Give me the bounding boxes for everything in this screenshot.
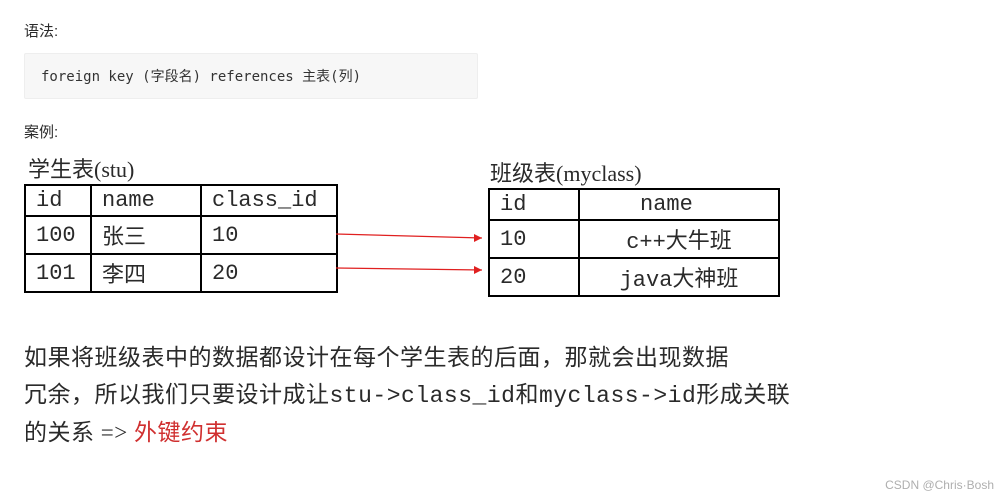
myclass-table-caption: 班级表(myclass) xyxy=(490,156,642,188)
stu-table: id name class_id 100 张三 10 101 李四 20 xyxy=(24,184,338,293)
col-header: name xyxy=(91,185,201,216)
fk-diagram: 学生表(stu) id name class_id 100 张三 10 101 … xyxy=(24,152,964,332)
cell: c++大牛班 xyxy=(579,220,779,258)
explain-line: 如果将班级表中的数据都设计在每个学生表的后面，那就会出现数据 xyxy=(24,345,729,370)
stu-table-caption: 学生表(stu) xyxy=(28,152,134,184)
arrow-line xyxy=(336,268,482,270)
cell: 100 xyxy=(25,216,91,254)
table-row: id name xyxy=(489,189,779,220)
myclass-table: id name 10 c++大牛班 20 java大神班 xyxy=(488,188,780,297)
explain-line: 冗余，所以我们只要设计成让 xyxy=(24,382,330,407)
cell: 20 xyxy=(201,254,337,292)
cell: 10 xyxy=(489,220,579,258)
case-label: 案例: xyxy=(24,121,984,142)
explain-code: stu->class_id xyxy=(330,383,516,409)
table-row: 101 李四 20 xyxy=(25,254,337,292)
explain-code: myclass->id xyxy=(539,383,696,409)
table-row: id name class_id xyxy=(25,185,337,216)
explain-text: 如果将班级表中的数据都设计在每个学生表的后面，那就会出现数据 冗余，所以我们只要… xyxy=(24,340,984,451)
table-row: 100 张三 10 xyxy=(25,216,337,254)
syntax-label: 语法: xyxy=(24,20,984,41)
arrow-head-icon xyxy=(474,266,482,274)
fk-highlight: 外键约束 xyxy=(128,420,228,445)
cell: 20 xyxy=(489,258,579,296)
explain-line: 形成关联 xyxy=(696,382,790,407)
col-header: id xyxy=(489,189,579,220)
col-header: class_id xyxy=(201,185,337,216)
explain-line: 和 xyxy=(515,382,539,407)
table-row: 20 java大神班 xyxy=(489,258,779,296)
cell: 李四 xyxy=(91,254,201,292)
cell: java大神班 xyxy=(579,258,779,296)
col-header: name xyxy=(579,189,779,220)
watermark: CSDN @Chris·Bosh xyxy=(885,478,994,492)
cell: 10 xyxy=(201,216,337,254)
explain-line: 的关系 => xyxy=(24,420,128,445)
table-row: 10 c++大牛班 xyxy=(489,220,779,258)
arrow-line xyxy=(336,234,482,238)
arrow-head-icon xyxy=(474,234,482,242)
col-header: id xyxy=(25,185,91,216)
code-block: foreign key (字段名) references 主表(列) xyxy=(24,53,478,99)
cell: 101 xyxy=(25,254,91,292)
cell: 张三 xyxy=(91,216,201,254)
